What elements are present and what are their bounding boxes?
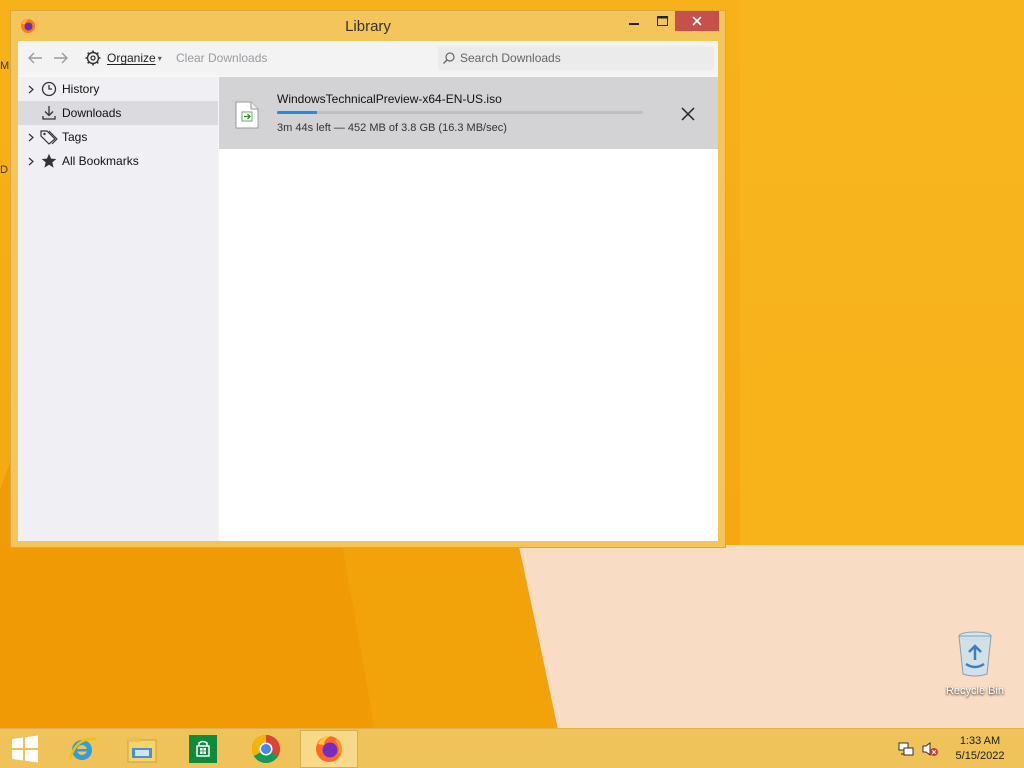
sidebar-item-label: History bbox=[62, 82, 100, 96]
taskbar-firefox[interactable] bbox=[300, 730, 358, 768]
internet-explorer-icon bbox=[68, 737, 97, 760]
library-window: Library Organize ▾ Clear Downloads Searc… bbox=[10, 10, 726, 548]
wallpaper-shape bbox=[740, 0, 1024, 560]
firefox-icon bbox=[316, 735, 342, 762]
recycle-bin-label: Recycle Bin bbox=[945, 685, 1005, 697]
store-icon bbox=[189, 735, 217, 763]
sidebar-item-label: Downloads bbox=[62, 106, 122, 120]
download-icon bbox=[40, 104, 58, 122]
close-button[interactable] bbox=[675, 11, 719, 31]
arrow-left-icon bbox=[28, 52, 42, 64]
search-input[interactable] bbox=[460, 51, 700, 65]
chevron-right-icon[interactable] bbox=[26, 133, 36, 142]
taskbar: 1:33 AM 5/15/2022 bbox=[0, 728, 1024, 768]
sidebar-item-label: All Bookmarks bbox=[62, 154, 139, 168]
sidebar-item-tags[interactable]: Tags bbox=[18, 125, 218, 149]
desktop-icon-label[interactable]: D bbox=[0, 164, 8, 176]
file-explorer-icon bbox=[127, 737, 157, 763]
window-title: Library bbox=[345, 18, 391, 35]
minimize-button[interactable] bbox=[621, 11, 647, 31]
organize-button[interactable]: Organize ▾ bbox=[84, 41, 162, 75]
chevron-down-icon: ▾ bbox=[157, 53, 162, 63]
file-icon bbox=[235, 101, 259, 129]
download-progress-bar bbox=[277, 111, 643, 114]
clock-time: 1:33 AM bbox=[959, 735, 1001, 747]
maximize-button[interactable] bbox=[649, 11, 675, 31]
chevron-right-icon[interactable] bbox=[26, 85, 36, 94]
minimize-icon bbox=[629, 23, 639, 25]
downloads-list: WindowsTechnicalPreview-x64-EN-US.iso 3m… bbox=[219, 77, 718, 541]
sidebar-item-label: Tags bbox=[62, 130, 88, 144]
recycle-bin[interactable]: Recycle Bin bbox=[936, 630, 1014, 700]
organize-label: Organize bbox=[107, 51, 156, 65]
search-icon bbox=[443, 52, 455, 64]
maximize-icon bbox=[656, 16, 668, 26]
download-status: 3m 44s left — 452 MB of 3.8 GB (16.3 MB/… bbox=[277, 122, 507, 134]
close-icon bbox=[681, 107, 695, 121]
desktop-icon-label[interactable]: M bbox=[0, 60, 9, 72]
search-box[interactable] bbox=[438, 46, 714, 70]
system-clock[interactable]: 1:33 AM 5/15/2022 bbox=[944, 734, 1016, 764]
gear-icon bbox=[85, 50, 101, 66]
download-item[interactable]: WindowsTechnicalPreview-x64-EN-US.iso 3m… bbox=[219, 77, 718, 149]
volume-muted-icon[interactable] bbox=[922, 741, 938, 757]
taskbar-chrome[interactable] bbox=[237, 730, 295, 768]
sidebar-item-downloads[interactable]: Downloads bbox=[18, 101, 218, 125]
tags-icon bbox=[40, 128, 58, 146]
forward-button[interactable] bbox=[50, 41, 72, 75]
star-icon bbox=[40, 152, 58, 170]
cancel-download-button[interactable] bbox=[677, 103, 699, 125]
library-client-area: Organize ▾ Clear Downloads History Downl… bbox=[18, 41, 718, 541]
taskbar-file-explorer[interactable] bbox=[113, 730, 171, 768]
sidebar-item-history[interactable]: History bbox=[18, 77, 218, 101]
arrow-right-icon bbox=[54, 52, 68, 64]
download-progress-fill bbox=[277, 111, 318, 114]
close-icon bbox=[692, 16, 702, 26]
start-icon bbox=[12, 735, 38, 763]
network-icon[interactable] bbox=[898, 741, 914, 757]
recycle-bin-icon bbox=[958, 631, 992, 677]
sidebar: History Downloads Tags All Bookmarks bbox=[18, 77, 218, 541]
sidebar-item-all-bookmarks[interactable]: All Bookmarks bbox=[18, 149, 218, 173]
toolbar: Organize ▾ Clear Downloads bbox=[18, 41, 718, 75]
taskbar-store[interactable] bbox=[174, 730, 232, 768]
download-filename: WindowsTechnicalPreview-x64-EN-US.iso bbox=[277, 92, 502, 106]
chevron-right-icon[interactable] bbox=[26, 157, 36, 166]
clear-downloads-button[interactable]: Clear Downloads bbox=[176, 41, 267, 75]
chrome-icon bbox=[252, 735, 280, 763]
back-button[interactable] bbox=[24, 41, 46, 75]
taskbar-internet-explorer[interactable] bbox=[53, 730, 111, 768]
clock-icon bbox=[40, 80, 58, 98]
title-bar[interactable]: Library bbox=[11, 11, 725, 41]
clock-date: 5/15/2022 bbox=[955, 750, 1005, 762]
start-button[interactable] bbox=[0, 730, 50, 768]
